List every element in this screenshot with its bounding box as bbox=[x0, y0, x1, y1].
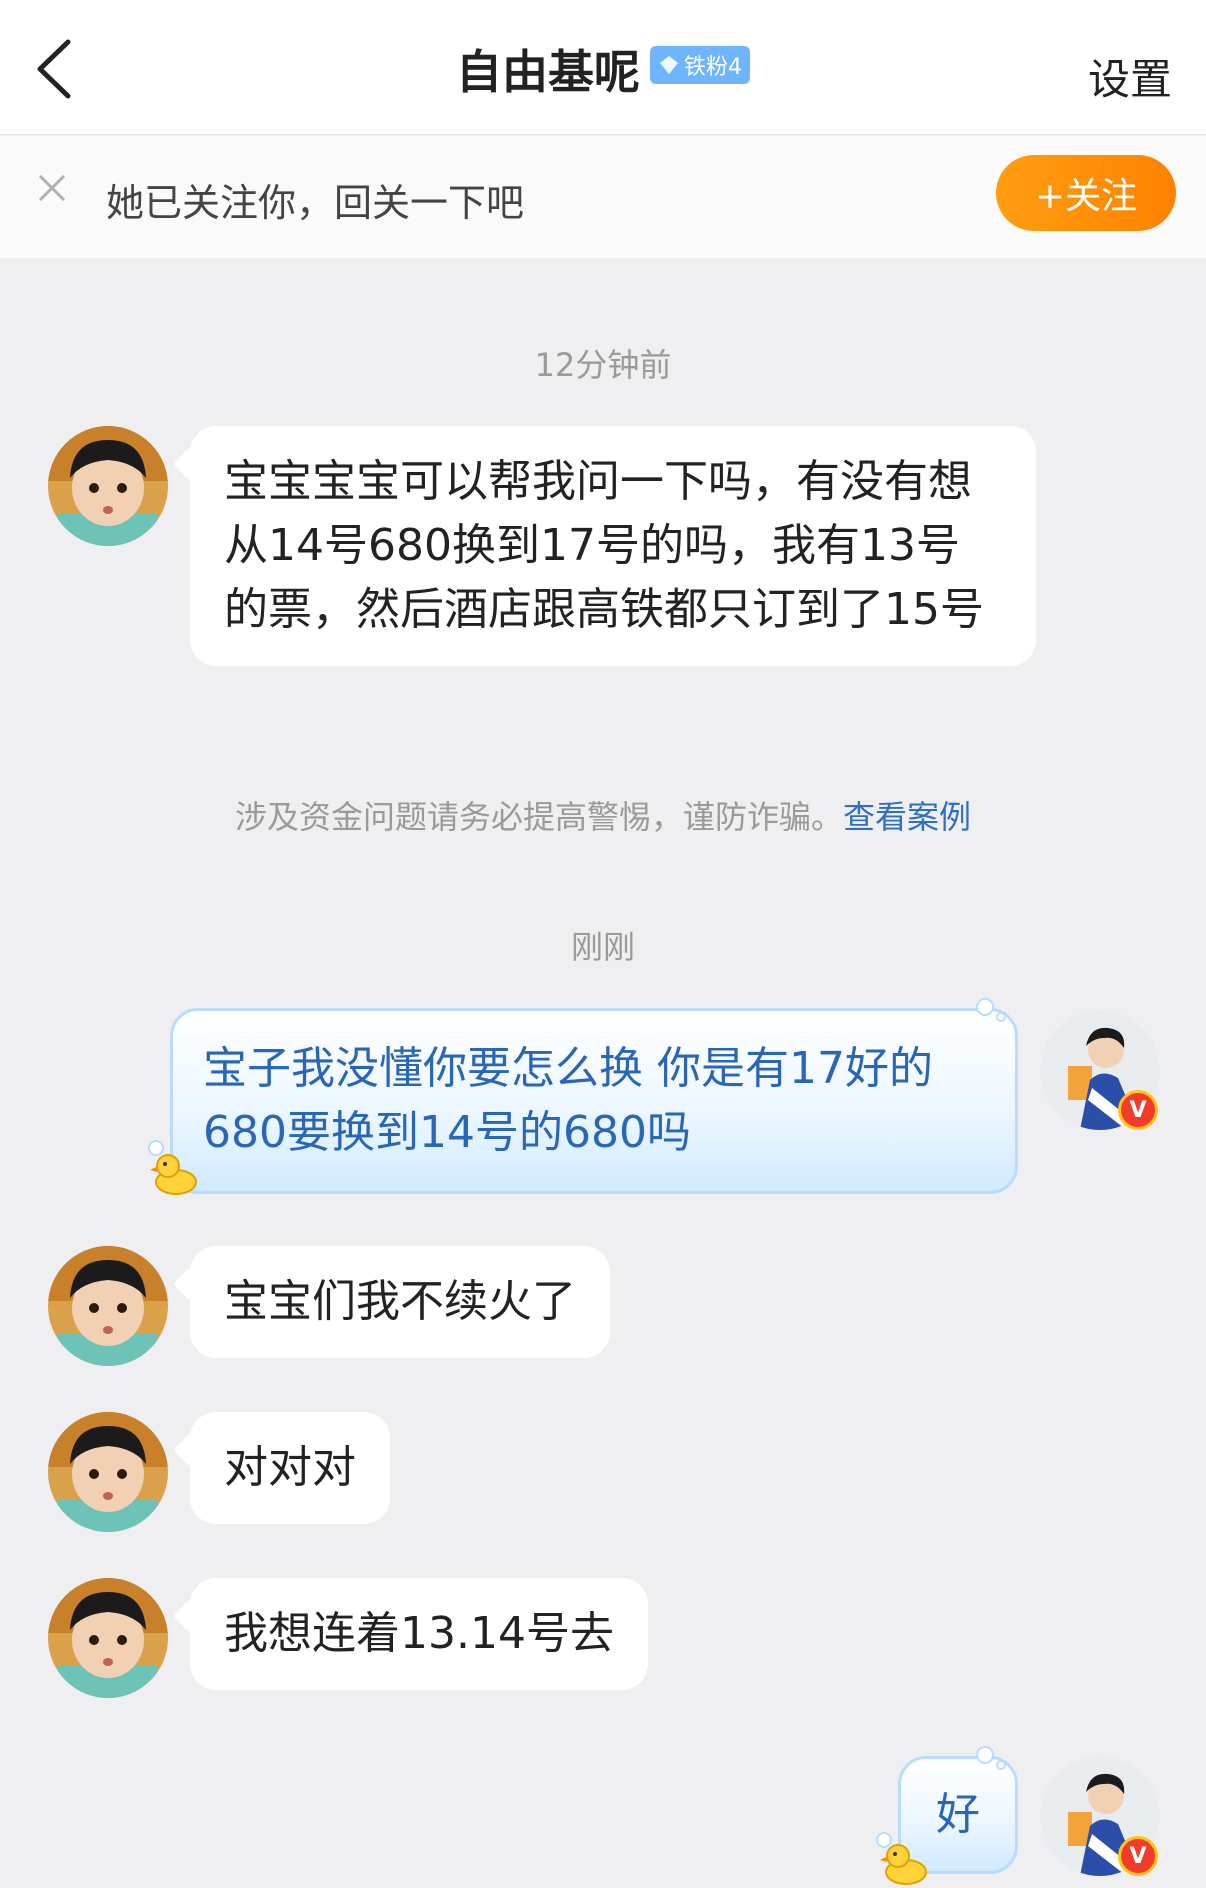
top-nav-bar: 自由基呢 铁粉4 设置 bbox=[0, 0, 1206, 135]
close-icon bbox=[38, 174, 66, 202]
message-text: 好 bbox=[936, 1789, 980, 1840]
settings-button[interactable]: 设置 bbox=[1088, 46, 1172, 107]
bubble-decoration bbox=[996, 1760, 1006, 1770]
message-bubble-sent[interactable]: 宝子我没懂你要怎么换 你是有17好的680要换到14号的680吗 bbox=[170, 1008, 1018, 1194]
avatar-image bbox=[48, 426, 168, 546]
message-bubble-received[interactable]: 宝宝宝宝可以帮我问一下吗，有没有想从14号680换到17号的吗，我有13号的票，… bbox=[190, 426, 1036, 666]
fraud-warning: 涉及资金问题请务必提高警惕，谨防诈骗。查看案例 bbox=[0, 792, 1206, 838]
view-cases-link[interactable]: 查看案例 bbox=[843, 798, 971, 836]
message-bubble-received[interactable]: 我想连着13.14号去 bbox=[190, 1578, 648, 1690]
bubble-decoration bbox=[976, 998, 994, 1016]
fraud-warning-text: 涉及资金问题请务必提高警惕，谨防诈骗。 bbox=[234, 798, 843, 836]
duck-icon bbox=[150, 1154, 197, 1195]
avatar-image bbox=[48, 1246, 168, 1366]
message-text: 对对对 bbox=[224, 1442, 356, 1493]
fan-badge-label: 铁粉4 bbox=[684, 55, 742, 80]
follow-back-prompt: 她已关注你，回关一下吧 bbox=[106, 181, 525, 225]
follow-button[interactable]: +关注 bbox=[996, 155, 1176, 231]
bubble-decoration bbox=[996, 1012, 1006, 1022]
message-text: 宝宝们我不续火了 bbox=[224, 1276, 576, 1327]
message-text: 宝子我没懂你要怎么换 你是有17好的680要换到14号的680吗 bbox=[203, 1043, 933, 1158]
duck-icon bbox=[880, 1844, 927, 1885]
avatar-image bbox=[48, 1578, 168, 1698]
fan-level-badge: 铁粉4 bbox=[650, 46, 750, 84]
message-bubble-received[interactable]: 宝宝们我不续火了 bbox=[190, 1246, 610, 1358]
message-text: 我想连着13.14号去 bbox=[224, 1608, 614, 1659]
timestamp: 刚刚 bbox=[570, 928, 635, 966]
message-text: 宝宝宝宝可以帮我问一下吗，有没有想从14号680换到17号的吗，我有13号的票，… bbox=[224, 456, 984, 635]
close-banner-button[interactable] bbox=[36, 172, 68, 204]
avatar-image bbox=[48, 1412, 168, 1532]
verified-v-badge: V bbox=[1118, 1090, 1158, 1130]
diamond-icon bbox=[660, 56, 678, 74]
avatar[interactable] bbox=[48, 1578, 168, 1698]
timestamp: 12分钟前 bbox=[534, 346, 672, 384]
avatar[interactable] bbox=[48, 1412, 168, 1532]
bubble-decoration bbox=[976, 1746, 994, 1764]
avatar[interactable] bbox=[48, 426, 168, 546]
verified-v-badge: V bbox=[1118, 1836, 1158, 1876]
avatar[interactable] bbox=[48, 1246, 168, 1366]
chat-partner-name[interactable]: 自由基呢 bbox=[456, 45, 640, 99]
message-bubble-received[interactable]: 对对对 bbox=[190, 1412, 390, 1524]
